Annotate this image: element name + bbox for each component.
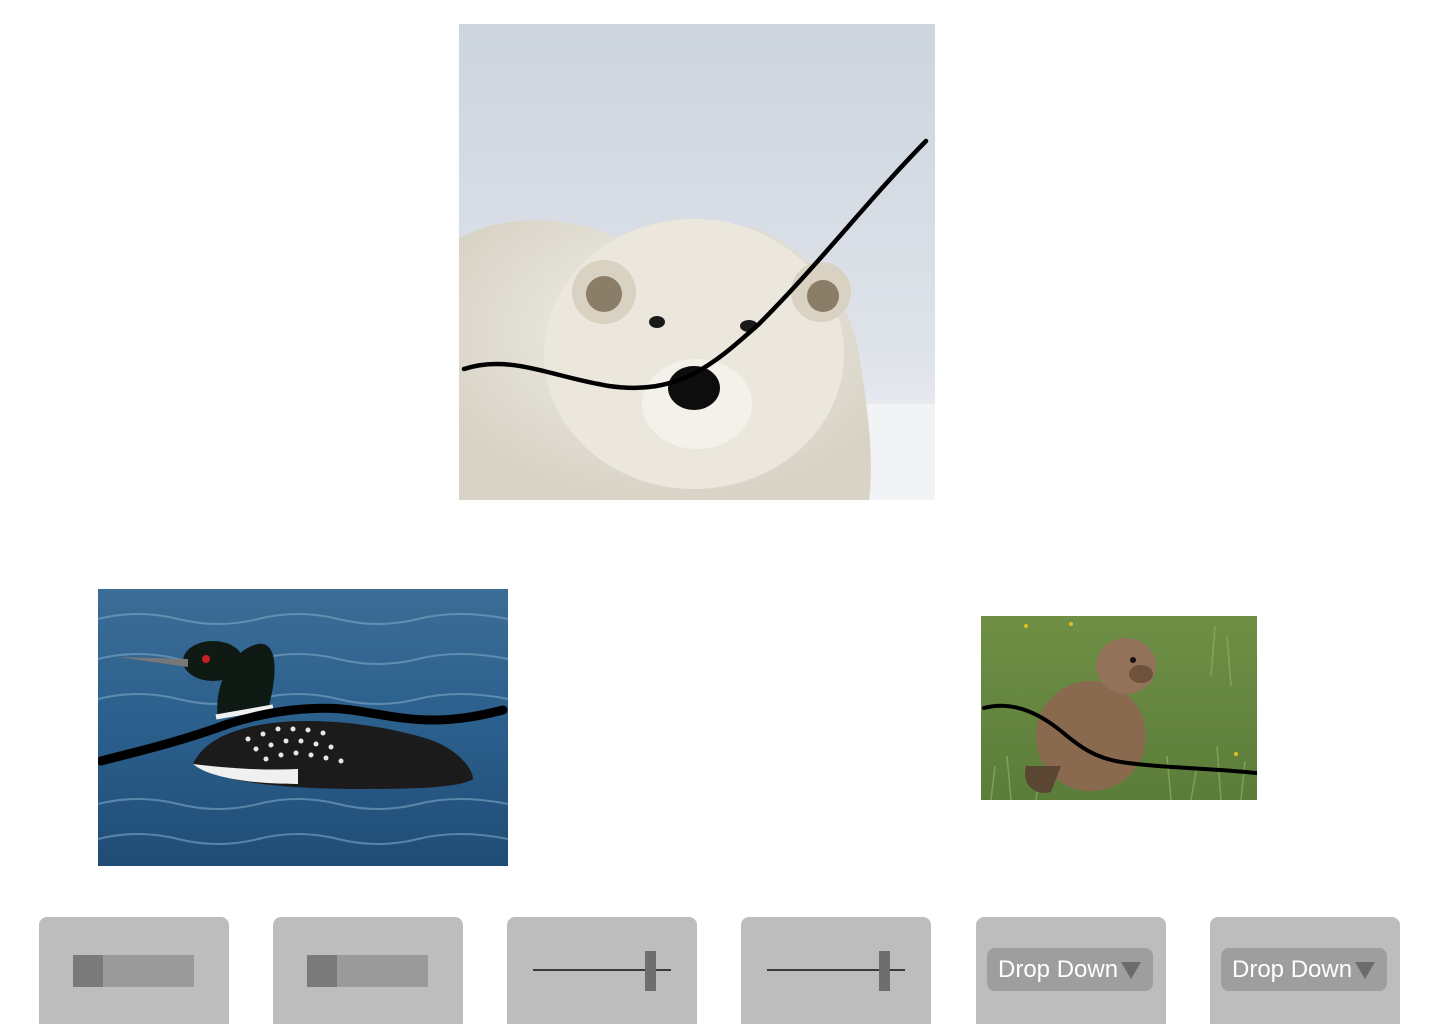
dropdown-button[interactable]: Drop Down <box>987 948 1153 991</box>
progress-bar <box>73 955 194 987</box>
slider-handle[interactable] <box>644 951 656 991</box>
progress-bar-fill <box>73 955 104 987</box>
progress-bar-fill <box>307 955 338 987</box>
slider-panel <box>507 917 697 1024</box>
dropdown-button[interactable]: Drop Down <box>1221 948 1387 991</box>
progress-bar <box>307 955 428 987</box>
slider-panel <box>741 917 931 1024</box>
dropdown-panel: Drop Down <box>1210 917 1400 1024</box>
beaver-image <box>981 616 1257 800</box>
slider-handle[interactable] <box>878 951 890 991</box>
loon-image <box>98 589 508 866</box>
progress-bar-panel <box>39 917 229 1024</box>
triangle-down-icon <box>1121 962 1141 979</box>
triangle-down-icon <box>1355 962 1375 979</box>
dropdown-label: Drop Down <box>1232 956 1353 983</box>
dropdown-panel: Drop Down <box>976 917 1166 1024</box>
polar-bear-image <box>459 24 935 500</box>
dropdown-label: Drop Down <box>998 956 1119 983</box>
progress-bar-panel <box>273 917 463 1024</box>
